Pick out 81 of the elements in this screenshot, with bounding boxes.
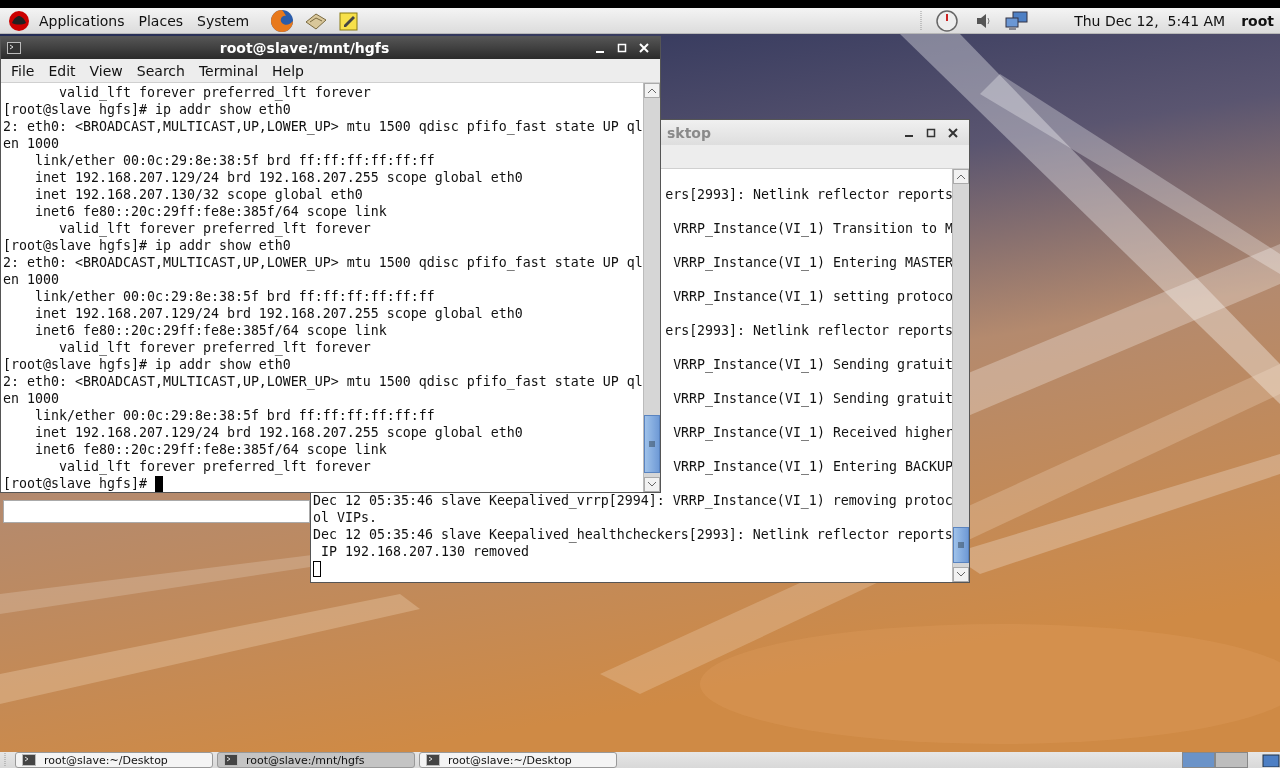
scrollbar[interactable] — [952, 169, 969, 582]
terminal-line: VRRP_Instance(VI_1) Sending gratuit — [673, 390, 952, 407]
terminal-line: inet6 fe80::20c:29ff:fe8e:385f/64 scope link — [33, 203, 388, 220]
terminal-line: inet6 fe80::20c:29ff:fe8e:385f/64 scope link — [33, 322, 388, 339]
terminal-line: valid_lft forever preferred_lft forever — [57, 458, 372, 475]
terminal-line: ers[2993]: Netlink reflector reports — [665, 186, 952, 203]
task-button[interactable]: root@slave:~/Desktop — [15, 752, 213, 768]
menu-item[interactable]: View — [82, 60, 130, 81]
minimize-icon — [596, 50, 604, 53]
terminal-line: valid_lft forever preferred_lft forever — [57, 339, 372, 356]
hat-logo-icon[interactable] — [8, 10, 30, 31]
scroll-up-button[interactable] — [644, 83, 660, 98]
terminal-icon — [426, 754, 440, 766]
task-button[interactable]: root@slave:~/Desktop — [419, 752, 617, 768]
terminal-line: inet 192.168.207.130/32 scope global eth0 — [33, 186, 364, 203]
window-title: sktop — [667, 124, 712, 141]
terminal-line: VRRP_Instance(VI_1) setting protoco — [673, 288, 952, 305]
scroll-thumb[interactable] — [644, 415, 660, 473]
terminal-line: en 1000 — [3, 390, 60, 407]
user-name[interactable]: root — [1241, 12, 1274, 29]
maximize-icon — [617, 43, 627, 53]
panel-menu[interactable]: System — [191, 10, 256, 31]
terminal-line: [root@slave hgfs]# ip addr show eth0 — [3, 237, 292, 254]
browser-icon[interactable] — [270, 8, 295, 33]
terminal-line: [root@slave hgfs]# ip addr show eth0 — [3, 101, 292, 118]
close-icon — [639, 43, 649, 53]
grip-icon — [958, 542, 964, 548]
scroll-thumb[interactable] — [953, 527, 969, 563]
menu-item[interactable]: Help — [265, 60, 311, 81]
terminal-line: valid_lft forever preferred_lft forever — [57, 84, 372, 101]
close-icon — [948, 127, 958, 138]
terminal-line: inet 192.168.207.129/24 brd 192.168.207.255 scope global eth0 — [33, 424, 524, 441]
terminal-line: Dec 12 05:35:46 slave Keepalived_healthcheckers[2993]: Netlink reflector reports — [313, 526, 952, 543]
terminal-line: en 1000 — [3, 271, 60, 288]
scroll-down-button[interactable] — [644, 477, 660, 492]
task-button[interactable]: root@slave:/mnt/hgfs — [217, 752, 415, 768]
menu-item[interactable]: Edit — [41, 60, 83, 81]
terminal-line: Dec 12 05:35:46 slave Keepalived_vrrp[2994]: VRRP_Instance(VI_1) removing protoc — [313, 492, 952, 509]
terminal-line: [root@slave hgfs]# ip addr show eth0 — [3, 356, 292, 373]
terminal-line: link/ether 00:0c:29:8e:38:5f brd ff:ff:ff:ff:ff:ff — [33, 407, 436, 424]
terminal-line: link/ether 00:0c:29:8e:38:5f brd ff:ff:ff:ff:ff:ff — [33, 288, 436, 305]
terminal-icon — [22, 754, 36, 766]
terminal-icon — [224, 754, 238, 766]
terminal-line: inet6 fe80::20c:29ff:fe8e:385f/64 scope link — [33, 441, 388, 458]
panel-menu[interactable]: Places — [132, 10, 190, 31]
terminal-icon — [7, 42, 21, 54]
terminal-line: link/ether 00:0c:29:8e:38:5f brd ff:ff:ff:ff:ff:ff — [33, 152, 436, 169]
terminal-line: VRRP_Instance(VI_1) Received higher — [673, 424, 952, 441]
menu-item[interactable]: Terminal — [191, 60, 266, 81]
terminal-line: ol VIPs. — [313, 509, 378, 526]
scrollbar[interactable] — [643, 83, 660, 492]
maximize-icon — [926, 127, 936, 138]
terminal-line: inet 192.168.207.129/24 brd 192.168.207.255 scope global eth0 — [33, 169, 524, 186]
terminal-line: valid_lft forever preferred_lft forever — [57, 220, 372, 237]
terminal-line: 2: eth0: <BROADCAST,MULTICAST,UP,LOWER_UP> mtu 1500 qdisc pfifo_fast state UP ql — [3, 373, 643, 390]
terminal-line: VRRP_Instance(VI_1) Sending gratuit — [673, 356, 952, 373]
drag-handle-icon[interactable] — [4, 753, 7, 767]
network-icon[interactable] — [1005, 10, 1030, 31]
terminal-line: VRRP_Instance(VI_1) Transition to M — [673, 220, 952, 237]
scroll-up-button[interactable] — [953, 169, 969, 184]
clock[interactable]: Thu Dec 12, 5:41 AM — [1074, 12, 1226, 29]
terminal-line: IP 192.168.207.130 removed — [320, 543, 530, 560]
window-title: root@slave:/mnt/hgfs — [218, 40, 391, 56]
terminal-line: VRRP_Instance(VI_1) Entering MASTER — [673, 254, 952, 271]
terminal-line: ers[2993]: Netlink reflector reports — [665, 322, 952, 339]
minimize-icon — [905, 135, 913, 137]
terminal-line: 2: eth0: <BROADCAST,MULTICAST,UP,LOWER_UP> mtu 1500 qdisc pfifo_fast state UP ql — [3, 254, 643, 271]
terminal-line: inet 192.168.207.129/24 brd 192.168.207.255 scope global eth0 — [33, 305, 524, 322]
menu-item[interactable]: Search — [129, 60, 192, 81]
scroll-down-button[interactable] — [953, 567, 969, 582]
workspace-switcher[interactable] — [1182, 752, 1248, 768]
terminal-line: VRRP_Instance(VI_1) Entering BACKUP — [673, 458, 952, 475]
terminal-line: [root@slave hgfs]# — [3, 475, 147, 492]
terminal-line: 2: eth0: <BROADCAST,MULTICAST,UP,LOWER_UP> mtu 1500 qdisc pfifo_fast state UP ql — [3, 118, 643, 135]
terminal-line: en 1000 — [3, 135, 60, 152]
panel-menu[interactable]: Applications — [33, 10, 131, 31]
edit-icon[interactable] — [338, 9, 361, 32]
drag-handle-icon[interactable] — [920, 10, 924, 31]
menu-item[interactable]: File — [4, 60, 42, 81]
gauge-icon[interactable] — [936, 9, 959, 32]
grip-icon — [649, 441, 655, 447]
